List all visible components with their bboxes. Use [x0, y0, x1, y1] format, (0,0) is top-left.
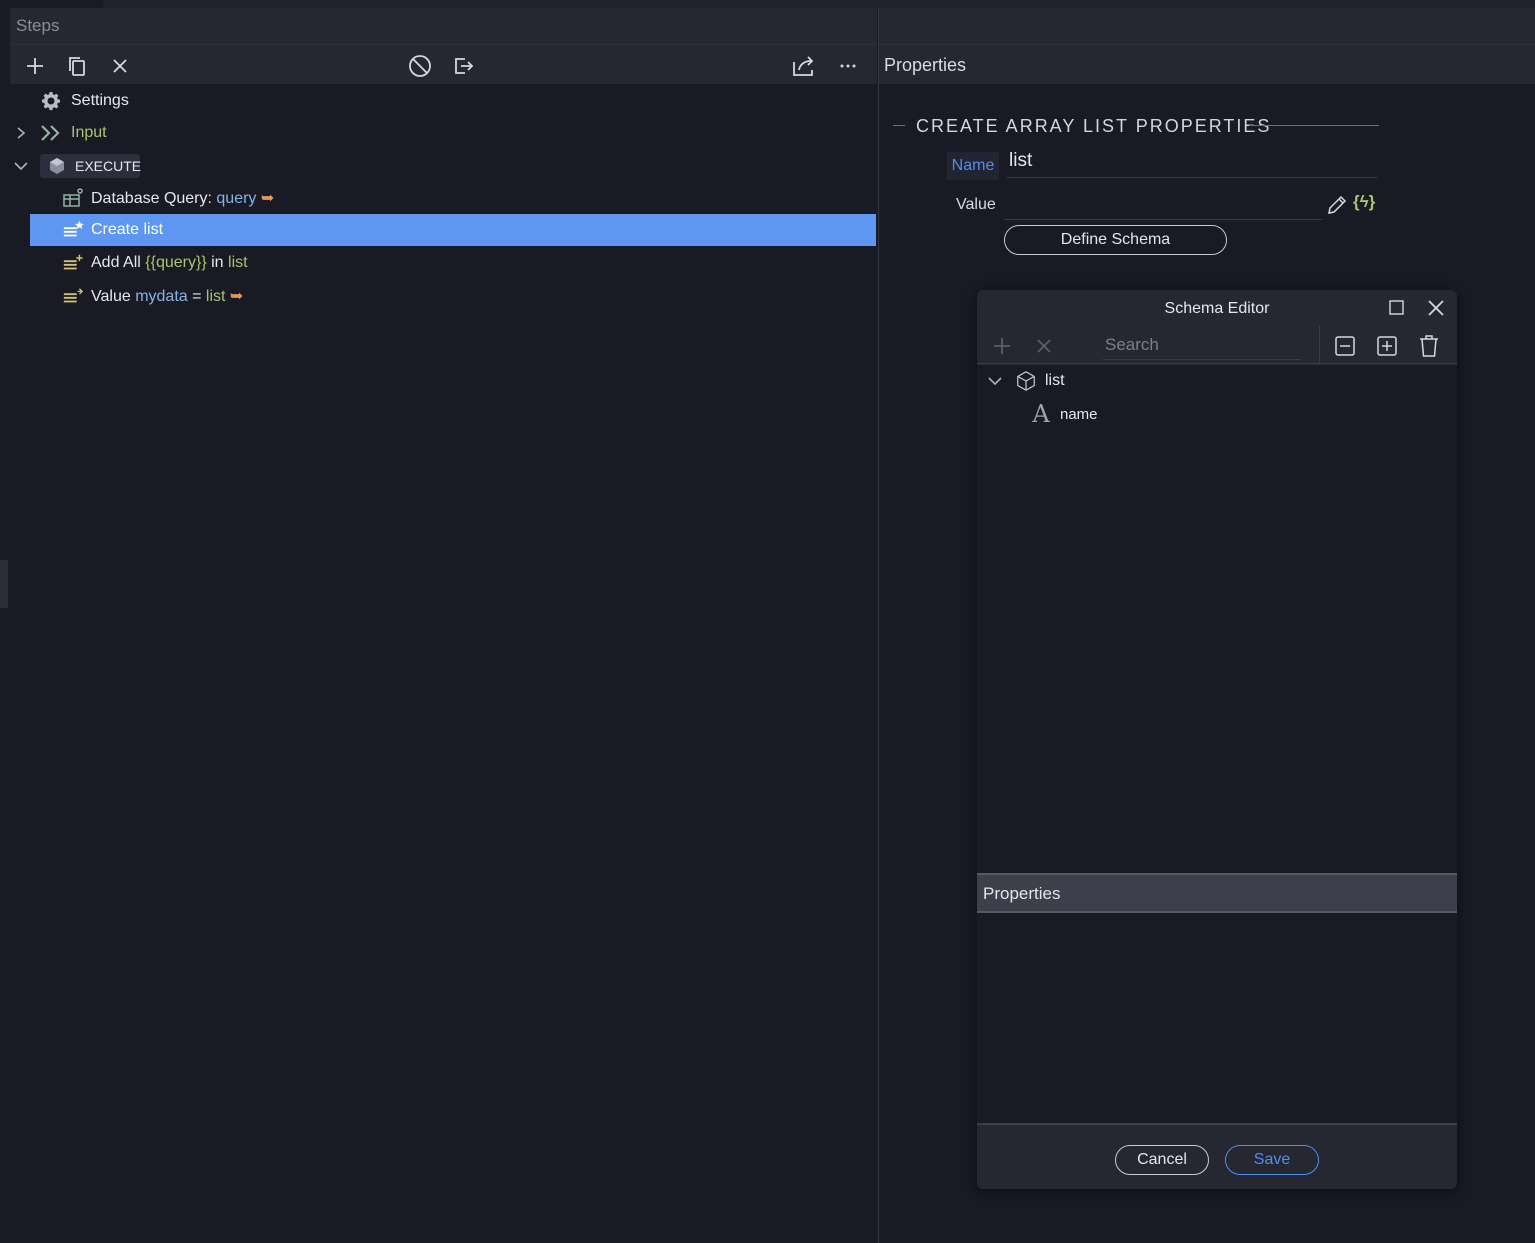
export-icon: [455, 58, 474, 74]
schema-properties-body: [977, 913, 1457, 1125]
share-button[interactable]: [791, 53, 817, 79]
close-icon[interactable]: [1427, 299, 1445, 317]
value-label: Value: [956, 196, 996, 213]
set-value-icon: [62, 285, 84, 307]
properties-header-strip: [879, 8, 1535, 44]
tree-item-label: Input: [71, 124, 107, 141]
steps-header: Steps: [10, 8, 877, 44]
input-icon: [40, 122, 62, 144]
tree-item-execute[interactable]: EXECUTE: [10, 150, 876, 182]
close-icon: [1037, 339, 1051, 353]
add-list-icon: [62, 252, 84, 274]
steps-panel: Steps Settings Input EXECUTE Database Qu…: [10, 8, 877, 1243]
database-query-icon: [62, 187, 84, 209]
chevron-down-icon[interactable]: [988, 374, 1002, 388]
collapse-all-button[interactable]: [1333, 334, 1357, 358]
schema-node-label: list: [1045, 372, 1065, 389]
tree-item-label: Settings: [71, 92, 129, 109]
expand-all-button[interactable]: [1375, 334, 1399, 358]
keyword-in: in: [211, 254, 224, 271]
output-icon: ➥: [260, 190, 275, 207]
schema-node-name[interactable]: A name: [977, 398, 1457, 430]
top-strip: [0, 0, 1535, 8]
tree-item-label: Add All: [91, 254, 141, 271]
save-button[interactable]: Save: [1225, 1145, 1319, 1175]
tree-item-label: Value: [91, 288, 131, 305]
schema-properties-header: Properties: [977, 873, 1457, 913]
add-step-button[interactable]: [22, 53, 48, 79]
maximize-icon[interactable]: [1389, 300, 1405, 316]
cube-icon: [1015, 370, 1037, 392]
variable-name: query: [216, 190, 257, 207]
tree-item-input[interactable]: Input: [10, 117, 876, 149]
close-icon: [113, 59, 127, 73]
tree-item-database-query[interactable]: Database Query: query ➥: [10, 182, 876, 214]
tree-item-label: EXECUTE: [75, 158, 142, 174]
chevron-right-icon[interactable]: [14, 126, 28, 140]
export-step-button[interactable]: [450, 53, 476, 79]
share-icon: [793, 56, 814, 76]
left-edge: [0, 8, 10, 1243]
copy-icon: [69, 57, 85, 76]
plus-square-icon: [1377, 336, 1397, 356]
properties-title: Properties: [879, 44, 1535, 84]
schema-node-list[interactable]: list: [977, 365, 1457, 397]
schema-node-label: name: [1060, 405, 1098, 423]
output-icon: ➥: [229, 288, 244, 305]
pencil-icon[interactable]: [1326, 194, 1348, 216]
delete-button[interactable]: [1417, 334, 1441, 358]
cancel-button[interactable]: Cancel: [1115, 1145, 1209, 1175]
more-icon: [840, 64, 856, 68]
disable-step-button[interactable]: [407, 53, 433, 79]
equals-sign: =: [192, 288, 202, 305]
section-title: CREATE ARRAY LIST PROPERTIES: [916, 116, 1272, 136]
disable-icon: [409, 55, 431, 77]
value-field[interactable]: [1004, 192, 1322, 220]
chevron-down-icon[interactable]: [14, 159, 28, 173]
add-field-button[interactable]: [990, 334, 1014, 358]
schema-tree: list A name: [977, 365, 1457, 873]
more-button[interactable]: [835, 53, 861, 79]
name-field[interactable]: list: [1007, 150, 1377, 178]
search-input[interactable]: Search: [1103, 332, 1301, 360]
steps-toolbar: [10, 44, 877, 84]
trash-icon: [1420, 335, 1438, 357]
target-list: list: [228, 254, 248, 271]
minus-square-icon: [1335, 336, 1355, 356]
tree-item-set-value[interactable]: Value mydata = list ➥: [10, 280, 876, 312]
splitter-handle[interactable]: [0, 560, 8, 608]
tree-item-label: Database Query:: [91, 190, 212, 207]
schema-editor-dialog: Schema Editor Search list A name Propert…: [977, 290, 1457, 1189]
variable-name: mydata: [135, 288, 188, 305]
tree-item-settings[interactable]: Settings: [10, 85, 876, 117]
tree-item-add-all[interactable]: Add All {{query}} in list: [10, 247, 876, 279]
remove-step-button[interactable]: [107, 53, 133, 79]
text-type-icon: A: [1032, 400, 1050, 428]
schema-toolbar: Search: [977, 326, 1457, 364]
dynamic-data-icon[interactable]: {ϟ}: [1353, 192, 1375, 212]
tree-item-create-list[interactable]: Create list: [30, 214, 876, 246]
name-label: Name: [947, 152, 999, 180]
gear-icon: [40, 90, 62, 112]
duplicate-step-button[interactable]: [64, 53, 90, 79]
remove-field-button[interactable]: [1032, 334, 1056, 358]
expression-value: {{query}}: [145, 254, 207, 271]
cube-icon: [46, 155, 68, 177]
tree-item-label: Create list: [91, 221, 164, 238]
plus-icon: [27, 58, 43, 74]
define-schema-button[interactable]: Define Schema: [1004, 225, 1227, 255]
create-list-icon: [62, 219, 84, 241]
plus-icon: [994, 338, 1010, 354]
target-list: list: [205, 288, 226, 305]
dialog-title: Schema Editor: [1164, 300, 1270, 317]
